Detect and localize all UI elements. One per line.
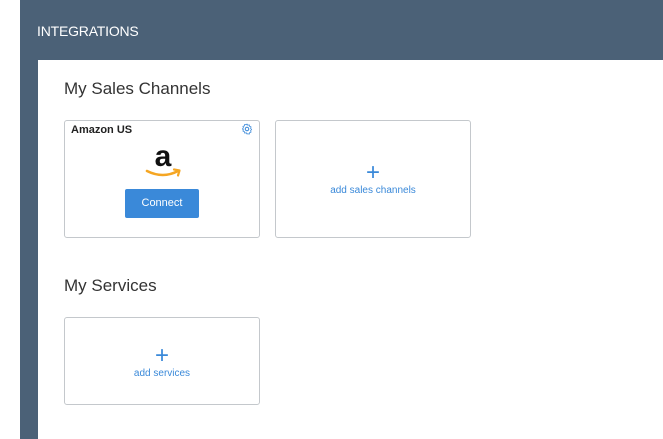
- integrations-frame: INTEGRATIONS My Sales Channels Amazon US…: [20, 0, 663, 439]
- plus-icon: +: [154, 342, 169, 369]
- amazon-logo-letter: a: [155, 141, 172, 173]
- connect-button[interactable]: Connect: [125, 189, 199, 218]
- amazon-us-channel-card: Amazon US a Connect: [64, 120, 260, 238]
- content-panel: My Sales Channels Amazon US a Connect + …: [38, 60, 663, 439]
- amazon-logo: a: [145, 141, 181, 177]
- left-margin: [0, 0, 20, 439]
- channel-name: Amazon US: [71, 124, 133, 136]
- add-sales-channels-label: add sales channels: [330, 185, 416, 196]
- gear-icon[interactable]: [241, 123, 253, 135]
- add-services-button[interactable]: + add services: [65, 344, 259, 380]
- add-sales-channels-card[interactable]: + add sales channels: [275, 120, 471, 238]
- add-services-label: add services: [133, 368, 191, 379]
- page-header: INTEGRATIONS: [20, 0, 663, 60]
- plus-icon: +: [365, 159, 380, 186]
- add-sales-channels-button[interactable]: + add sales channels: [276, 161, 470, 197]
- page-title: INTEGRATIONS: [37, 23, 139, 39]
- add-services-card[interactable]: + add services: [64, 317, 260, 405]
- sales-channels-heading: My Sales Channels: [64, 79, 211, 98]
- services-heading: My Services: [64, 276, 157, 295]
